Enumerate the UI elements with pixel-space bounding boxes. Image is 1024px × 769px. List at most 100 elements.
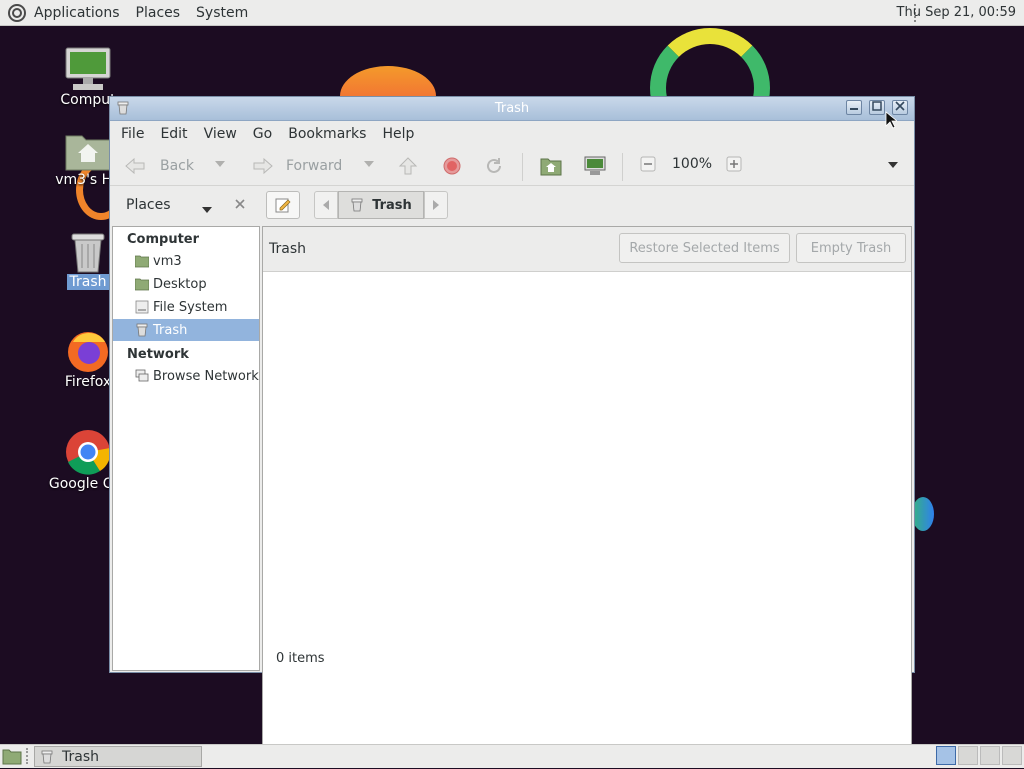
back-button[interactable]: Back (124, 156, 194, 176)
trash-icon (40, 750, 54, 764)
toolbar-separator (622, 153, 623, 181)
sidebar-title[interactable]: Places (126, 197, 171, 213)
stop-button[interactable] (442, 156, 462, 176)
empty-trash-button[interactable]: Empty Trash (796, 233, 906, 263)
up-arrow-icon (398, 157, 418, 175)
edit-icon (275, 198, 291, 213)
taskbar-item-label: Trash (62, 748, 99, 765)
workspace-2[interactable] (958, 746, 978, 765)
menu-file[interactable]: File (110, 126, 152, 142)
item-count: 0 items (276, 651, 325, 666)
network-icon (135, 369, 149, 383)
computer-icon (584, 156, 606, 175)
sidebar-item-vm3[interactable]: vm3 (113, 250, 259, 272)
chevron-down-icon (202, 207, 212, 213)
forward-button[interactable]: Forward (250, 156, 342, 176)
mouse-cursor (885, 111, 899, 129)
workspace-1[interactable] (936, 746, 956, 765)
trash-icon (351, 198, 363, 212)
top-panel: Applications Places System Thu Sep 21, 0… (0, 0, 1024, 26)
sidebar-close-button[interactable] (234, 198, 246, 214)
desktop-icon-label: Firefox (64, 374, 112, 390)
sidebar-heading-network: Network (127, 347, 189, 362)
forward-label: Forward (286, 158, 343, 174)
chevron-down-icon (888, 162, 898, 168)
zoom-out-button[interactable] (640, 156, 656, 172)
menu-view[interactable]: View (196, 126, 245, 142)
home-button[interactable] (540, 156, 562, 176)
workspace-switcher (936, 746, 1024, 767)
sidebar-item-browse-network[interactable]: Browse Network (113, 365, 259, 387)
computer-button[interactable] (584, 156, 606, 176)
menu-bookmarks[interactable]: Bookmarks (280, 126, 374, 142)
window-title: Trash (494, 101, 530, 116)
gnome-foot-icon[interactable] (8, 3, 26, 22)
sidebar-item-label: vm3 (153, 253, 182, 269)
chevron-down-icon (215, 161, 225, 167)
sidebar-heading-computer: Computer (127, 232, 200, 247)
firefox-icon (65, 328, 111, 374)
file-manager-window: Trash File Edit View Go Bookmarks Help B… (109, 96, 915, 745)
computer-icon (63, 46, 113, 92)
wallpaper-blob (912, 497, 934, 531)
panel-handle (26, 748, 30, 764)
drive-icon (135, 300, 149, 314)
zoom-in-button[interactable] (726, 156, 742, 172)
close-icon (235, 199, 245, 209)
chevron-left-icon (323, 200, 329, 210)
restore-selected-items-button[interactable]: Restore Selected Items (619, 233, 790, 263)
toolbar-separator (522, 153, 523, 181)
sidebar-item-label: File System (153, 299, 228, 315)
sidebar-header: Places (112, 186, 260, 224)
back-arrow-icon (125, 157, 145, 175)
applications-menu[interactable]: Applications (26, 5, 128, 21)
home-folder-icon (64, 130, 112, 172)
home-folder-icon (134, 254, 150, 268)
menu-help[interactable]: Help (374, 126, 422, 142)
maximize-icon (872, 101, 882, 111)
zoom-in-icon (726, 156, 742, 172)
trash-bar-label: Trash (269, 241, 306, 257)
maximize-button[interactable] (869, 100, 885, 115)
trash-info-bar: Trash Restore Selected Items Empty Trash (263, 227, 911, 272)
forward-history-dropdown[interactable] (364, 161, 374, 167)
trash-icon (68, 230, 108, 274)
forward-arrow-icon (253, 157, 273, 175)
stop-icon (443, 157, 461, 175)
minimize-button[interactable] (846, 100, 862, 115)
menu-go[interactable]: Go (245, 126, 280, 142)
toggle-location-entry-button[interactable] (266, 191, 300, 219)
show-desktop-button[interactable] (2, 747, 22, 765)
toolbar: Back Forward 100% (110, 147, 914, 186)
sidebar-item-trash[interactable]: Trash (113, 319, 259, 341)
chevron-down-icon (364, 161, 374, 167)
desktop-folder-icon (134, 277, 150, 291)
path-scroll-left[interactable] (314, 191, 338, 219)
system-menu[interactable]: System (188, 5, 256, 21)
zoom-level[interactable]: 100% (672, 156, 712, 172)
menubar: File Edit View Go Bookmarks Help (110, 121, 914, 147)
sidebar-item-label: Browse Network (153, 368, 259, 384)
sidebar-mode-dropdown[interactable] (202, 202, 212, 217)
sidebar-item-file-system[interactable]: File System (113, 296, 259, 318)
clock[interactable]: Thu Sep 21, 00:59 (897, 5, 1016, 20)
sidebar-item-desktop[interactable]: Desktop (113, 273, 259, 295)
window-titlebar[interactable]: Trash (110, 97, 914, 121)
reload-icon (487, 158, 501, 173)
path-segment-trash[interactable]: Trash (338, 191, 424, 219)
path-scroll-right[interactable] (424, 191, 448, 219)
sidebar-item-label: Trash (153, 322, 188, 338)
workspace-3[interactable] (980, 746, 1000, 765)
trash-icon (135, 323, 149, 337)
places-menu[interactable]: Places (128, 5, 189, 21)
toolbar-overflow-button[interactable] (888, 162, 898, 168)
up-button[interactable] (398, 156, 418, 176)
reload-button[interactable] (484, 156, 504, 176)
taskbar-item-trash[interactable]: Trash (34, 746, 202, 767)
menu-edit[interactable]: Edit (152, 126, 195, 142)
back-history-dropdown[interactable] (215, 161, 225, 167)
places-sidebar: Computer vm3 Desktop File System Trash N… (112, 226, 260, 671)
chrome-icon (64, 428, 112, 476)
desktop-icon-label: Trash (66, 274, 110, 290)
workspace-4[interactable] (1002, 746, 1022, 765)
